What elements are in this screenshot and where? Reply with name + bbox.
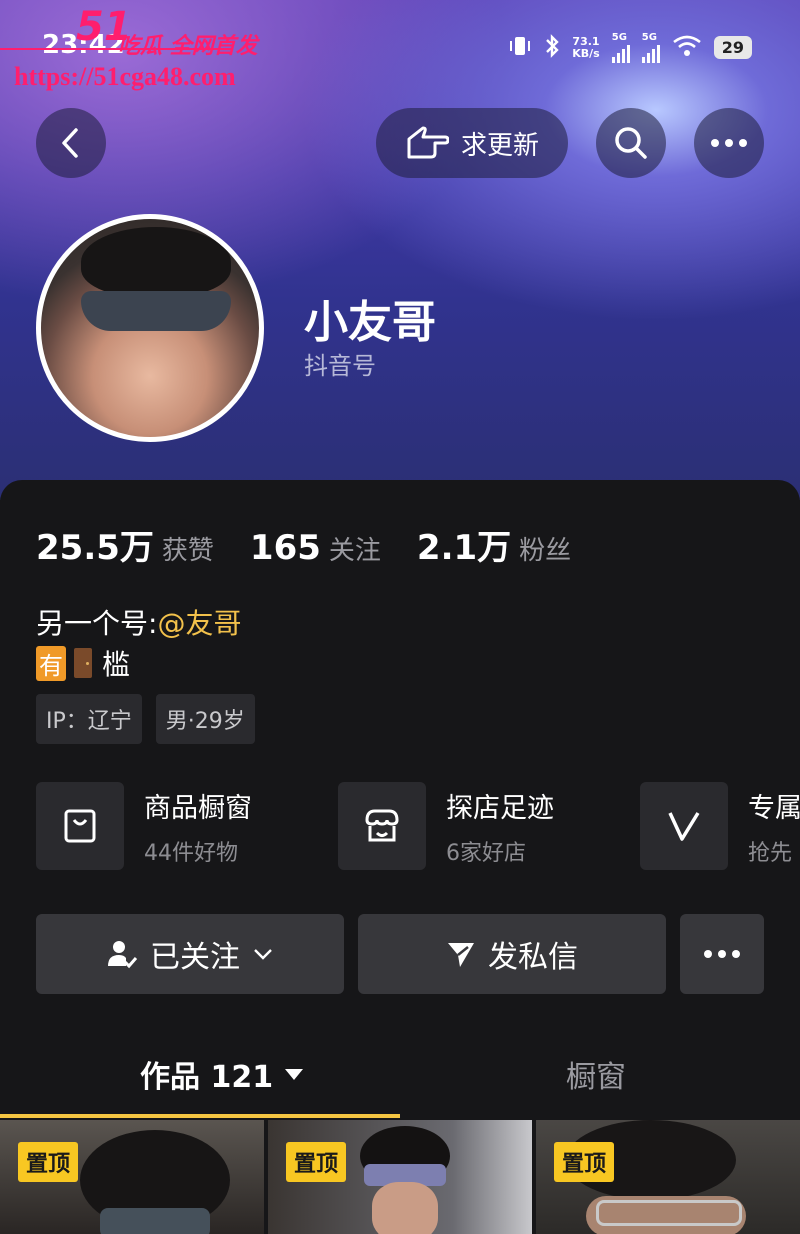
send-plane-icon <box>448 943 474 967</box>
followers-count[interactable]: 2.1万 <box>417 520 511 569</box>
video-thumbnail[interactable]: 置顶 <box>0 1120 264 1234</box>
bio-tag: 有 <box>36 645 66 681</box>
likes-count[interactable]: 25.5万 <box>36 520 154 569</box>
request-update-label: 求更新 <box>460 130 539 161</box>
followers-label: 粉丝 <box>519 536 572 566</box>
more-dots-icon <box>711 139 747 147</box>
video-thumbnail[interactable]: 置顶 <box>268 1120 532 1234</box>
store-icon <box>365 809 399 842</box>
signal-5g-1: 5G <box>611 32 630 63</box>
avatar[interactable] <box>36 214 264 442</box>
stats-row: 25.5万 获赞 165 关注 2.1万 粉丝 <box>36 520 607 569</box>
video-thumbnail[interactable]: 置顶 <box>536 1120 800 1234</box>
caret-down-icon <box>285 1069 304 1080</box>
shopping-bag-icon <box>64 809 96 843</box>
wifi-icon <box>672 34 702 62</box>
chevron-left-icon <box>62 128 78 158</box>
following-count[interactable]: 165 <box>250 528 321 568</box>
tab-window[interactable]: 橱窗 <box>566 1052 626 1096</box>
battery-indicator: 29 <box>713 36 752 59</box>
search-icon <box>615 127 647 159</box>
bio-line-1: 另一个号:@友哥 <box>36 607 242 640</box>
service-store-visits[interactable]: 探店足迹 6家好店 <box>338 782 554 870</box>
user-check-icon <box>108 941 138 969</box>
bio-line-2: 有 槛 <box>36 643 130 683</box>
door-emoji-icon <box>74 648 92 678</box>
request-update-button[interactable]: 求更新 <box>376 108 568 178</box>
more-actions-button[interactable] <box>680 914 764 994</box>
likes-label: 获赞 <box>161 536 214 566</box>
service-exclusive[interactable]: 专属 抢先 <box>640 782 800 870</box>
signal-5g-2: 5G <box>641 32 660 63</box>
mention-link[interactable]: @友哥 <box>157 607 241 640</box>
chevron-down-icon <box>254 949 272 960</box>
pointing-hand-icon <box>407 126 449 159</box>
profile-name: 小友哥 <box>304 297 436 348</box>
pinned-badge: 置顶 <box>554 1142 615 1182</box>
gender-age-chip: 男·29岁 <box>155 694 255 744</box>
vibrate-icon <box>508 35 532 61</box>
douyin-id-label[interactable]: 抖音号 <box>304 346 376 381</box>
info-chips: IP：辽宁 男·29岁 <box>36 694 255 744</box>
send-message-button[interactable]: 发私信 <box>358 914 666 994</box>
more-button[interactable] <box>694 108 764 178</box>
tab-works[interactable]: 作品 121 <box>140 1052 305 1096</box>
pinned-badge: 置顶 <box>286 1142 347 1182</box>
watermark-url: https://51cga48.com <box>14 62 236 91</box>
ip-location-chip: IP：辽宁 <box>36 694 142 744</box>
network-speed: 73.1 KB/s <box>572 34 600 60</box>
video-grid: 置顶 置顶 置顶 <box>0 1120 800 1234</box>
active-tab-indicator <box>0 1114 400 1118</box>
content-tabs: 作品 121 橱窗 <box>0 1040 800 1122</box>
service-shop-window[interactable]: 商品橱窗 44件好物 <box>36 782 252 870</box>
back-button[interactable] <box>36 108 106 178</box>
services-row: 商品橱窗 44件好物 探店足迹 6家好店 专属 抢先 <box>36 782 800 872</box>
more-dots-icon <box>704 950 740 958</box>
following-button[interactable]: 已关注 <box>36 914 344 994</box>
pinned-badge: 置顶 <box>18 1142 79 1182</box>
v-icon <box>668 812 700 841</box>
search-button[interactable] <box>596 108 666 178</box>
bluetooth-icon <box>544 33 560 62</box>
following-label: 关注 <box>328 536 381 566</box>
